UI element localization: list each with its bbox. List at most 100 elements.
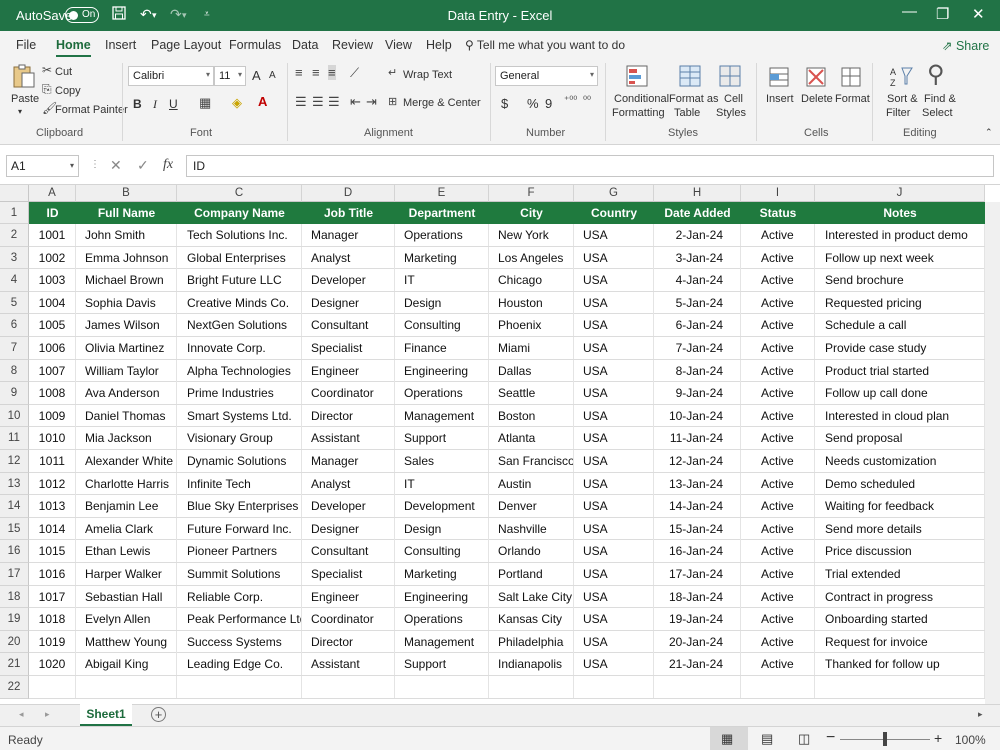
cell[interactable]: Reliable Corp. [177, 585, 302, 608]
cell[interactable]: Consulting [395, 540, 489, 563]
cell[interactable]: Designer [302, 517, 395, 540]
cell[interactable]: Assistant [302, 653, 395, 676]
row-header[interactable]: 19 [0, 608, 29, 631]
orientation-icon[interactable]: ⟋ [350, 65, 359, 81]
cell[interactable]: Coordinator [302, 382, 395, 405]
cell[interactable]: Matthew Young [76, 630, 177, 653]
cell[interactable]: Peak Performance Ltd. [177, 608, 302, 631]
header-cell[interactable]: Full Name [76, 202, 177, 224]
cell[interactable]: USA [574, 540, 654, 563]
cell[interactable]: Dallas [489, 359, 574, 382]
cell[interactable]: Creative Minds Co. [177, 291, 302, 314]
restore-icon[interactable]: ❐ [936, 5, 949, 23]
cell[interactable]: Finance [395, 337, 489, 359]
zoom-level[interactable]: 100% [955, 733, 986, 747]
cell[interactable]: 1018 [29, 608, 76, 631]
conditional-formatting-label[interactable]: Conditional [614, 93, 669, 105]
cell[interactable]: Abigail King [76, 653, 177, 676]
tell-me-box[interactable]: ⚲ Tell me what you want to do [465, 38, 625, 52]
table-row[interactable]: 1008 Ava Anderson Prime Industries Coordina… [29, 382, 985, 405]
delete-cells-icon[interactable] [803, 64, 829, 90]
cell[interactable]: Boston [489, 404, 574, 427]
tab-view[interactable]: View [385, 38, 412, 52]
cell[interactable]: Developer [302, 269, 395, 292]
cell[interactable]: Kansas City [489, 608, 574, 631]
cell[interactable]: Support [395, 653, 489, 676]
wrap-text-button[interactable]: Wrap Text [403, 69, 452, 81]
cell[interactable]: 19-Jan-24 [654, 608, 741, 631]
cell[interactable]: USA [574, 291, 654, 314]
cell[interactable]: Needs customization [815, 450, 985, 472]
zoom-slider-thumb[interactable] [883, 732, 887, 746]
row-header[interactable]: 2 [0, 224, 29, 247]
cell[interactable]: IT [395, 269, 489, 292]
cell[interactable]: USA [574, 382, 654, 405]
cell[interactable]: USA [574, 450, 654, 472]
zoom-in-icon[interactable]: + [934, 730, 942, 746]
cell[interactable]: Success Systems [177, 630, 302, 653]
cell[interactable]: 7-Jan-24 [654, 337, 741, 359]
cell[interactable]: Coordinator [302, 608, 395, 631]
cell[interactable]: Engineering [395, 585, 489, 608]
row-header[interactable]: 18 [0, 585, 29, 609]
cell[interactable]: Active [741, 450, 815, 472]
column-header-d[interactable]: D [302, 185, 395, 202]
row-header[interactable]: 13 [0, 472, 29, 496]
cell[interactable]: 6-Jan-24 [654, 314, 741, 337]
cell[interactable]: USA [574, 224, 654, 246]
cell[interactable]: 1002 [29, 246, 76, 269]
cell-label[interactable]: Cell [724, 93, 743, 105]
cell[interactable]: 1019 [29, 630, 76, 653]
align-left-icon[interactable]: ☰ [295, 94, 307, 110]
percent-button[interactable]: % [527, 96, 539, 111]
copy-icon[interactable]: ⎘ [42, 82, 52, 97]
cell[interactable]: Amelia Clark [76, 517, 177, 540]
font-color-icon[interactable]: A [258, 94, 267, 109]
cell[interactable]: 3-Jan-24 [654, 246, 741, 269]
cell[interactable]: Visionary Group [177, 427, 302, 450]
cell[interactable]: Specialist [302, 563, 395, 585]
cell[interactable]: USA [574, 359, 654, 382]
cell[interactable]: Active [741, 246, 815, 269]
cell[interactable]: 18-Jan-24 [654, 585, 741, 608]
cell[interactable]: Management [395, 630, 489, 653]
merge-center-button[interactable]: Merge & Center [403, 97, 481, 109]
cut-icon[interactable]: ✂ [42, 63, 52, 77]
cell[interactable]: Sophia Davis [76, 291, 177, 314]
header-cell[interactable]: Status [741, 202, 815, 224]
header-cell[interactable]: Date Added [654, 202, 741, 224]
cell[interactable]: 4-Jan-24 [654, 269, 741, 292]
cell[interactable]: 17-Jan-24 [654, 563, 741, 585]
cell[interactable]: James Wilson [76, 314, 177, 337]
cell[interactable]: Active [741, 517, 815, 540]
header-cell[interactable]: Company Name [177, 202, 302, 224]
decrease-decimal-icon[interactable]: ⁰⁰ [583, 95, 591, 106]
table-row[interactable]: 1019 Matthew Young Success Systems Director… [29, 630, 985, 654]
cell[interactable]: USA [574, 246, 654, 269]
row-header[interactable]: 16 [0, 540, 29, 563]
tab-data[interactable]: Data [292, 38, 318, 52]
cell[interactable]: 11-Jan-24 [654, 427, 741, 450]
cell[interactable]: Engineer [302, 585, 395, 608]
tab-insert[interactable]: Insert [105, 38, 136, 52]
cell[interactable]: New York [489, 224, 574, 246]
cell[interactable]: Consultant [302, 540, 395, 563]
insert-cells-icon[interactable] [766, 64, 792, 90]
cell[interactable]: Emma Johnson [76, 246, 177, 269]
cell[interactable]: Operations [395, 382, 489, 405]
cell[interactable]: Bright Future LLC [177, 269, 302, 292]
cell[interactable]: Michael Brown [76, 269, 177, 292]
row-header[interactable]: 8 [0, 359, 29, 383]
sheet-tab[interactable]: Sheet1 [80, 704, 132, 726]
conditional-formatting-icon[interactable] [625, 64, 651, 90]
number-format-select[interactable]: General ▾ [495, 66, 598, 86]
cell[interactable]: Summit Solutions [177, 563, 302, 585]
cell[interactable]: Design [395, 291, 489, 314]
cell[interactable]: Alexander White [76, 450, 177, 472]
insert-button[interactable]: Insert [766, 93, 794, 105]
table-row[interactable]: 1014 Amelia Clark Future Forward Inc. Desig… [29, 517, 985, 541]
row-header[interactable]: 11 [0, 427, 29, 450]
cell[interactable]: Contract in progress [815, 585, 985, 608]
cell[interactable]: USA [574, 585, 654, 608]
cell[interactable]: Active [741, 608, 815, 631]
